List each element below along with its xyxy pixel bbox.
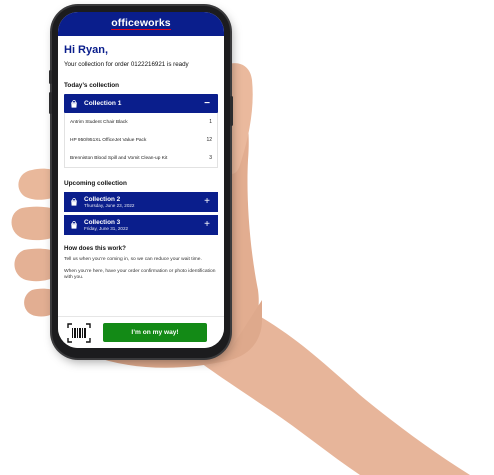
item-name: HP 950/951XL OfficeJet Value Pack [70,137,147,143]
phone-side-button [49,92,52,114]
list-item: HP 950/951XL OfficeJet Value Pack 12 [70,131,212,149]
item-qty: 3 [209,155,212,161]
phone-side-button [49,70,52,84]
item-qty: 12 [206,137,212,143]
barcode-scanner-icon[interactable] [66,322,92,344]
how-it-works-text: Tell us when you’re coming in, so we can… [64,257,202,262]
todays-collection-heading: Today’s collection [64,82,120,89]
how-it-works-heading: How does this work? [64,245,126,252]
list-item: Antrim Student Chair Black 1 [70,113,212,131]
collection-1-header[interactable]: Collection 1 − [64,94,218,113]
officeworks-logo: officeworks [111,17,171,30]
shopping-bag-icon [70,99,78,108]
greeting: Hi Ryan, [64,44,109,56]
phone-side-button [230,96,233,126]
how-it-works-text: When you’re here, have your order confir… [64,268,216,281]
collection-2-name: Collection 2 [84,195,121,203]
item-name: Antrim Student Chair Black [70,119,128,125]
collection-2-date: Thursday, June 23, 2022 [84,202,135,208]
upcoming-list: Collection 2 Thursday, June 23, 2022 + C… [64,192,218,235]
collection-3-date: Friday, June 31, 2022 [84,225,129,231]
list-item: Brenniston Blood Spill and Vomit Clean-u… [70,149,212,167]
collapse-icon[interactable]: − [202,98,212,109]
app-header: officeworks [58,12,224,36]
on-my-way-button[interactable]: I’m on my way! [103,323,207,342]
collection-2-header[interactable]: Collection 2 Thursday, June 23, 2022 + [64,192,218,212]
order-ready-message: Your collection for order 0122216921 is … [64,61,189,68]
collection-3-name: Collection 3 [84,218,121,226]
collection-1-items: Antrim Student Chair Black 1 HP 950/951X… [64,113,218,168]
collection-1-name: Collection 1 [84,100,122,107]
shopping-bag-icon [70,216,78,234]
app-screen: officeworks Hi Ryan, Your collection for… [58,12,224,348]
upcoming-collection-heading: Upcoming collection [64,180,127,187]
collection-3-header[interactable]: Collection 3 Friday, June 31, 2022 + [64,215,218,235]
item-name: Brenniston Blood Spill and Vomit Clean-u… [70,155,168,161]
shopping-bag-icon [70,193,78,211]
main-content: Hi Ryan, Your collection for order 01222… [58,36,224,282]
expand-icon[interactable]: + [202,197,212,207]
expand-icon[interactable]: + [202,220,212,230]
item-qty: 1 [209,119,212,125]
bottom-action-bar: I’m on my way! [58,316,224,348]
